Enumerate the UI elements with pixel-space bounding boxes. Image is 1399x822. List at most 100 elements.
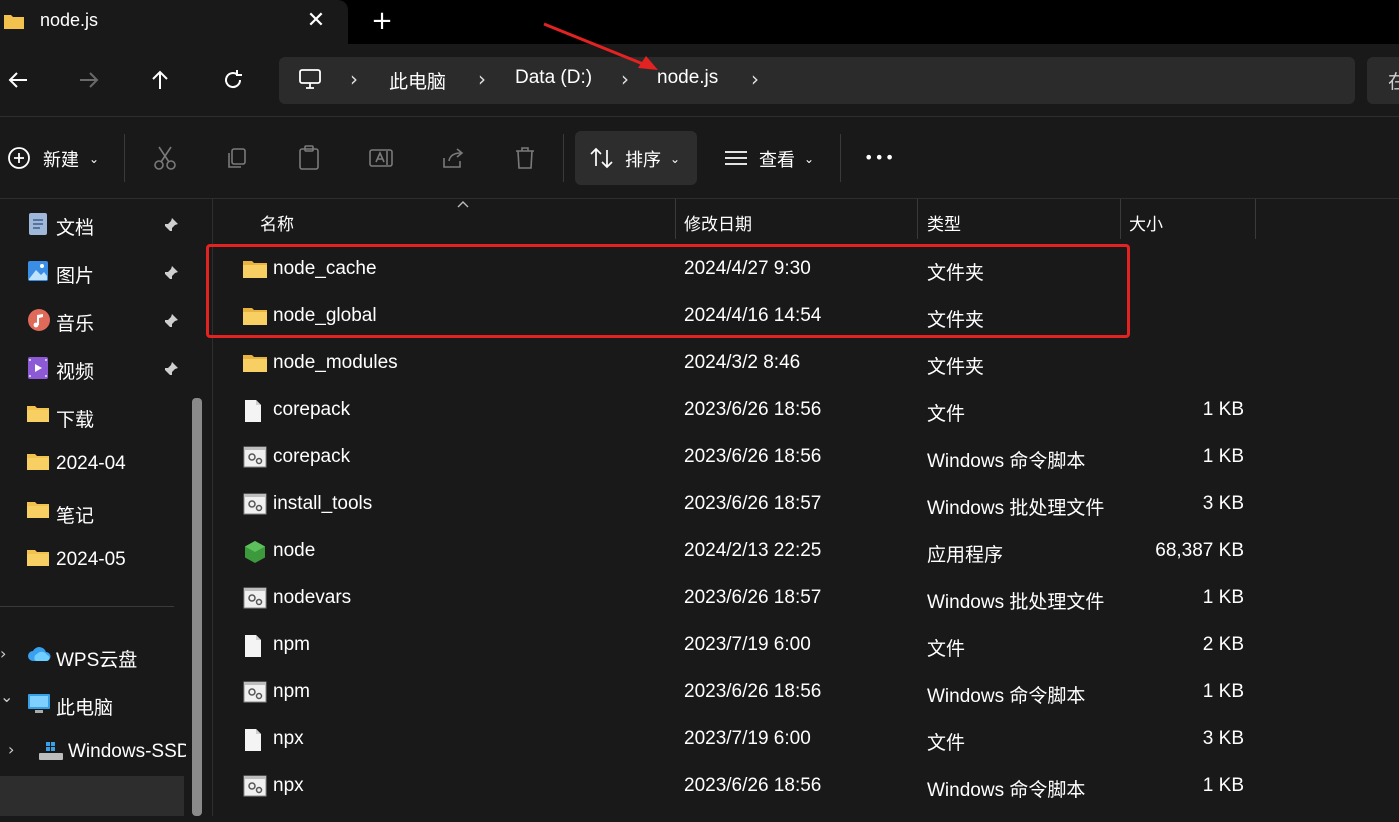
annotation-highlight-box bbox=[206, 244, 1130, 338]
file-row[interactable]: npm 2023/6/26 18:56 Windows 命令脚本 1 KB bbox=[228, 669, 1258, 716]
file-icon bbox=[243, 728, 265, 751]
node-app-icon bbox=[243, 540, 265, 563]
chevron-right-icon[interactable]: › bbox=[8, 740, 14, 759]
sidebar-item-2024-05[interactable]: 2024-05 bbox=[0, 538, 190, 582]
column-divider[interactable] bbox=[917, 199, 918, 239]
sidebar-tree-item-WPS云盘[interactable]: › WPS云盘 bbox=[0, 634, 190, 678]
file-name: npm bbox=[273, 681, 310, 702]
column-header-type[interactable]: 类型 bbox=[927, 210, 961, 235]
chevron-down-icon: ⌄ bbox=[804, 152, 815, 166]
file-size: 68,387 KB bbox=[1155, 540, 1244, 561]
refresh-button[interactable] bbox=[215, 62, 251, 98]
file-row[interactable]: corepack 2023/6/26 18:56 Windows 命令脚本 1 KB bbox=[228, 434, 1258, 481]
divider bbox=[124, 134, 125, 182]
sort-icon bbox=[585, 141, 619, 175]
cloud-icon bbox=[27, 645, 51, 667]
chevron-down-icon[interactable]: ⌄ bbox=[0, 687, 13, 706]
cut-icon[interactable] bbox=[148, 141, 182, 175]
new-button[interactable]: 新建 bbox=[43, 146, 79, 172]
file-row[interactable]: install_tools 2023/6/26 18:57 Windows 批处理文… bbox=[228, 481, 1258, 528]
share-icon[interactable] bbox=[436, 141, 470, 175]
file-size: 1 KB bbox=[1202, 775, 1244, 796]
file-type: 文件 bbox=[927, 639, 966, 660]
sidebar-item-文档[interactable]: 文档 bbox=[0, 202, 190, 246]
file-row[interactable]: node_modules 2024/3/2 8:46 文件夹 bbox=[228, 340, 1258, 387]
file-size: 1 KB bbox=[1202, 399, 1244, 420]
file-row[interactable]: node 2024/2/13 22:25 应用程序 68,387 KB bbox=[228, 528, 1258, 575]
folder-icon bbox=[243, 352, 267, 374]
file-row[interactable]: corepack 2023/6/26 18:56 文件 1 KB bbox=[228, 387, 1258, 434]
new-plus-icon[interactable] bbox=[2, 141, 36, 175]
file-date: 2023/7/19 6:00 bbox=[684, 728, 811, 749]
file-row[interactable]: npx 2023/7/19 6:00 文件 3 KB bbox=[228, 716, 1258, 763]
delete-icon[interactable] bbox=[508, 141, 542, 175]
more-options-button[interactable]: ••• bbox=[864, 148, 895, 167]
arrow-up-icon bbox=[152, 70, 168, 89]
windows-drive-icon bbox=[38, 741, 64, 765]
file-name: node bbox=[273, 540, 316, 561]
file-name: corepack bbox=[273, 446, 351, 467]
file-row[interactable]: nodevars 2023/6/26 18:57 Windows 批处理文件 1 KB bbox=[228, 575, 1258, 622]
pin-icon[interactable] bbox=[163, 265, 179, 281]
column-divider[interactable] bbox=[1255, 199, 1256, 239]
pin-icon[interactable] bbox=[163, 217, 179, 233]
breadcrumb-this-pc[interactable]: 此电脑 bbox=[389, 67, 446, 94]
active-tab[interactable]: node.js ✕ bbox=[0, 0, 348, 46]
file-name: corepack bbox=[273, 399, 351, 420]
file-date: 2024/3/2 8:46 bbox=[684, 352, 801, 373]
new-tab-button[interactable]: + bbox=[368, 6, 396, 36]
sidebar-tree-item-Windows-SSD[interactable]: › Windows-SSD bbox=[0, 730, 190, 774]
view-button[interactable]: 查看 bbox=[759, 146, 795, 172]
script-file-icon bbox=[243, 587, 267, 609]
sidebar-selected-background bbox=[0, 776, 184, 816]
file-type: 应用程序 bbox=[927, 545, 1004, 566]
column-header-size[interactable]: 大小 bbox=[1129, 210, 1163, 235]
folder-icon bbox=[27, 500, 49, 522]
copy-icon[interactable] bbox=[220, 141, 254, 175]
column-header-date[interactable]: 修改日期 bbox=[684, 210, 752, 235]
chevron-right-icon[interactable]: › bbox=[0, 644, 6, 663]
sidebar-item-笔记[interactable]: 笔记 bbox=[0, 490, 190, 534]
file-row[interactable]: npx 2023/6/26 18:56 Windows 命令脚本 1 KB bbox=[228, 763, 1258, 810]
file-row[interactable]: npm 2023/7/19 6:00 文件 2 KB bbox=[228, 622, 1258, 669]
sidebar-item-音乐[interactable]: 音乐 bbox=[0, 298, 190, 342]
file-name: install_tools bbox=[273, 493, 373, 514]
folder-icon bbox=[27, 452, 49, 474]
file-type: Windows 批处理文件 bbox=[927, 592, 1105, 613]
sidebar-item-下载[interactable]: 下载 bbox=[0, 394, 190, 438]
sidebar-item-视频[interactable]: 视频 bbox=[0, 346, 190, 390]
tab-title: node.js bbox=[40, 10, 99, 30]
folder-icon bbox=[27, 404, 49, 426]
column-header-name[interactable]: 名称 bbox=[260, 210, 294, 235]
forward-button[interactable] bbox=[71, 62, 107, 98]
file-type: Windows 命令脚本 bbox=[927, 686, 1086, 707]
paste-icon[interactable] bbox=[292, 141, 326, 175]
view-icon[interactable] bbox=[719, 141, 753, 175]
breadcrumb-nodejs[interactable]: node.js bbox=[657, 67, 718, 89]
file-type: Windows 批处理文件 bbox=[927, 498, 1105, 519]
file-date: 2024/2/13 22:25 bbox=[684, 540, 822, 561]
rename-icon[interactable] bbox=[364, 141, 398, 175]
script-file-icon bbox=[243, 446, 267, 468]
sidebar-scrollbar[interactable] bbox=[192, 398, 202, 816]
file-type: 文件夹 bbox=[927, 357, 985, 378]
sidebar-item-label: Windows-SSD bbox=[68, 741, 186, 762]
sidebar-item-图片[interactable]: 图片 bbox=[0, 250, 190, 294]
close-tab-icon[interactable]: ✕ bbox=[303, 7, 329, 35]
file-date: 2023/7/19 6:00 bbox=[684, 634, 811, 655]
file-date: 2023/6/26 18:56 bbox=[684, 399, 822, 420]
sort-ascending-icon bbox=[457, 201, 469, 208]
file-date: 2023/6/26 18:57 bbox=[684, 493, 822, 514]
breadcrumb-chevron-icon: › bbox=[751, 67, 759, 91]
file-name: npm bbox=[273, 634, 310, 655]
up-button[interactable] bbox=[142, 62, 178, 98]
sidebar-item-2024-04[interactable]: 2024-04 bbox=[0, 442, 190, 486]
sidebar-item-label: 视频 bbox=[56, 362, 95, 383]
sidebar-tree-item-此电脑[interactable]: ⌄ 此电脑 bbox=[0, 682, 190, 726]
file-name: npx bbox=[273, 775, 304, 796]
column-divider[interactable] bbox=[1120, 199, 1121, 239]
column-divider[interactable] bbox=[675, 199, 676, 239]
pin-icon[interactable] bbox=[163, 361, 179, 377]
back-button[interactable] bbox=[0, 62, 36, 98]
pin-icon[interactable] bbox=[163, 313, 179, 329]
